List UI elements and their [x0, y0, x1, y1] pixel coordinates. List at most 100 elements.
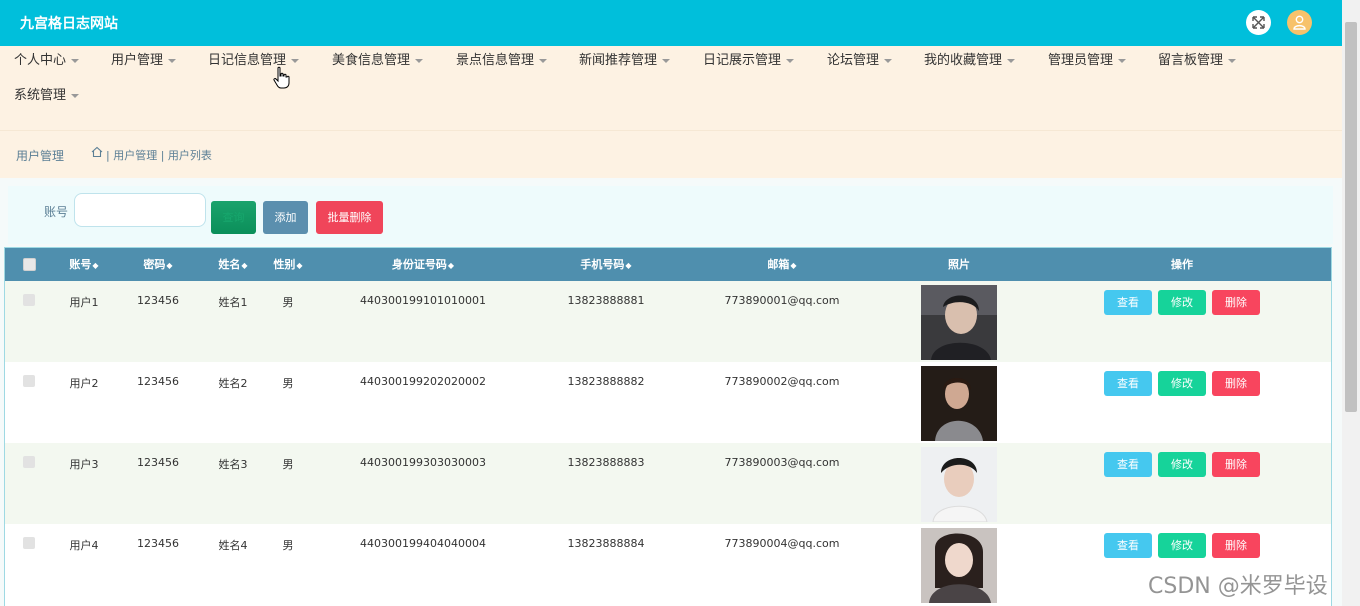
row-checkbox[interactable]: [23, 294, 35, 306]
caret-down-icon: [415, 58, 424, 63]
cell-name: 姓名2: [218, 377, 248, 390]
caret-down-icon: [1118, 58, 1127, 63]
caret-down-icon: [884, 58, 893, 63]
cell-id-card: 440300199303030003: [360, 456, 486, 469]
edit-button[interactable]: 修改: [1158, 452, 1206, 477]
nav-item-favorites-management[interactable]: 我的收藏管理: [924, 47, 1016, 75]
view-button[interactable]: 查看: [1104, 452, 1152, 477]
sort-icon: ◆: [296, 261, 303, 270]
cell-phone: 13823888881: [567, 294, 645, 307]
caret-down-icon: [168, 58, 177, 63]
user-icon: [1293, 15, 1306, 30]
cell-email: 773890002@qq.com: [724, 375, 840, 388]
sort-icon: ◆: [447, 261, 455, 270]
column-header-actions: 操作: [1171, 258, 1193, 271]
table-row: 用户3 123456 姓名3 男 440300199303030003 1382…: [5, 443, 1331, 524]
cell-gender: 男: [282, 458, 294, 471]
cell-account: 用户3: [69, 458, 99, 471]
table-row: 用户1 123456 姓名1 男 440300199101010001 1382…: [5, 281, 1331, 362]
column-header-photo: 照片: [948, 258, 970, 271]
cell-email: 773890004@qq.com: [724, 537, 840, 550]
cell-password: 123456: [137, 537, 179, 550]
user-avatar-button[interactable]: [1287, 10, 1312, 35]
delete-button[interactable]: 删除: [1212, 371, 1260, 396]
search-button[interactable]: 查询: [211, 201, 256, 234]
caret-down-icon: [71, 58, 80, 63]
cell-name: 姓名4: [218, 539, 248, 552]
column-header-name[interactable]: 姓名◆: [218, 248, 247, 281]
cell-name: 姓名3: [218, 458, 248, 471]
nav-item-diary-display-management[interactable]: 日记展示管理: [703, 47, 795, 75]
fullscreen-button[interactable]: [1246, 10, 1271, 35]
cell-password: 123456: [137, 294, 179, 307]
caret-down-icon: [662, 58, 671, 63]
column-header-email[interactable]: 邮箱◆: [767, 248, 796, 281]
cell-email: 773890001@qq.com: [724, 294, 840, 307]
nav-item-system-management[interactable]: 系统管理: [14, 82, 80, 110]
cell-account: 用户2: [69, 377, 99, 390]
sort-icon: ◆: [790, 261, 797, 270]
cell-phone: 13823888883: [567, 456, 645, 469]
column-header-gender[interactable]: 性别◆: [273, 248, 302, 281]
table-header: 账号◆ 密码◆ 姓名◆ 性别◆ 身份证号码◆ 手机号码◆ 邮箱◆ 照片 操作: [5, 248, 1331, 281]
page-title: 用户管理: [16, 149, 65, 163]
view-button[interactable]: 查看: [1104, 290, 1152, 315]
main-nav: 个人中心 用户管理 日记信息管理 美食信息管理 景点信息管理 新闻推荐管理 日记…: [0, 46, 1342, 130]
nav-item-forum-management[interactable]: 论坛管理: [827, 47, 893, 75]
edit-button[interactable]: 修改: [1158, 290, 1206, 315]
cell-gender: 男: [282, 377, 294, 390]
column-header-id-card[interactable]: 身份证号码◆: [392, 248, 454, 281]
cell-account: 用户4: [69, 539, 99, 552]
cell-gender: 男: [282, 539, 294, 552]
nav-item-personal-center[interactable]: 个人中心: [14, 47, 80, 75]
column-header-phone[interactable]: 手机号码◆: [580, 248, 631, 281]
caret-down-icon: [71, 93, 80, 98]
edit-button[interactable]: 修改: [1158, 533, 1206, 558]
view-button[interactable]: 查看: [1104, 371, 1152, 396]
page-scrollbar-thumb[interactable]: [1345, 22, 1357, 412]
sort-icon: ◆: [625, 261, 632, 270]
search-panel: [8, 186, 1333, 244]
add-button[interactable]: 添加: [263, 201, 308, 234]
account-search-input[interactable]: [74, 193, 206, 227]
user-photo: [921, 285, 997, 360]
cell-id-card: 440300199202020002: [360, 375, 486, 388]
fullscreen-icon: [1252, 16, 1265, 29]
sort-icon: ◆: [241, 261, 248, 270]
top-bar: 九宫格日志网站: [0, 0, 1342, 46]
site-title: 九宫格日志网站: [20, 16, 118, 32]
breadcrumb-path[interactable]: | 用户管理 | 用户列表: [106, 147, 212, 163]
select-all-checkbox[interactable]: [23, 258, 36, 271]
cell-account: 用户1: [69, 296, 99, 309]
nav-item-scenic-management[interactable]: 景点信息管理: [456, 47, 548, 75]
hand-cursor-icon: [273, 66, 290, 89]
user-photo: [921, 366, 997, 441]
row-checkbox[interactable]: [23, 375, 35, 387]
delete-button[interactable]: 删除: [1212, 533, 1260, 558]
caret-down-icon: [291, 58, 300, 63]
edit-button[interactable]: 修改: [1158, 371, 1206, 396]
batch-delete-button[interactable]: 批量删除: [316, 201, 383, 234]
cell-gender: 男: [282, 296, 294, 309]
caret-down-icon: [786, 58, 795, 63]
cell-password: 123456: [137, 375, 179, 388]
row-checkbox[interactable]: [23, 456, 35, 468]
delete-button[interactable]: 删除: [1212, 452, 1260, 477]
home-icon[interactable]: [91, 146, 103, 158]
cell-id-card: 440300199404040004: [360, 537, 486, 550]
column-header-account[interactable]: 账号◆: [69, 248, 98, 281]
nav-item-admin-management[interactable]: 管理员管理: [1048, 47, 1127, 75]
cell-name: 姓名1: [218, 296, 248, 309]
nav-item-guestbook-management[interactable]: 留言板管理: [1158, 47, 1237, 75]
nav-item-news-management[interactable]: 新闻推荐管理: [579, 47, 671, 75]
watermark-text: CSDN @米罗毕设: [1148, 574, 1328, 599]
user-photo: [921, 447, 997, 522]
column-header-password[interactable]: 密码◆: [143, 248, 172, 281]
delete-button[interactable]: 删除: [1212, 290, 1260, 315]
table-row: 用户4 123456 姓名4 男 440300199404040004 1382…: [5, 524, 1331, 605]
cell-phone: 13823888882: [567, 375, 645, 388]
nav-item-user-management[interactable]: 用户管理: [111, 47, 177, 75]
row-checkbox[interactable]: [23, 537, 35, 549]
view-button[interactable]: 查看: [1104, 533, 1152, 558]
nav-item-food-management[interactable]: 美食信息管理: [332, 47, 424, 75]
